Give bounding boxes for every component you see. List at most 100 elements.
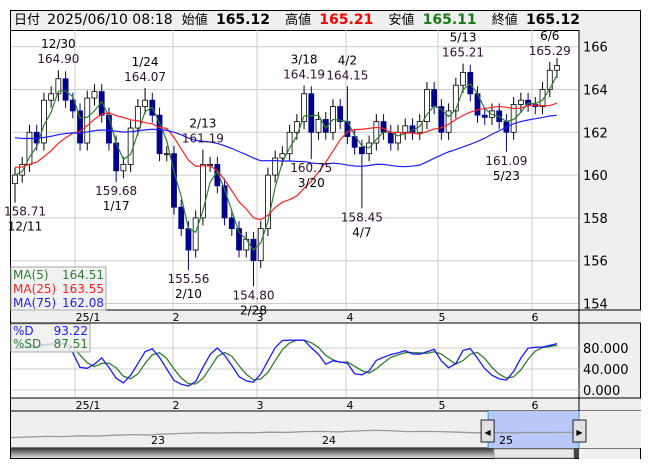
annotation-date: 4/2 <box>338 53 357 67</box>
candle-up <box>452 84 459 112</box>
annotation-value: 164.15 <box>326 68 368 82</box>
candle-down <box>228 217 235 229</box>
candle-up <box>134 106 141 129</box>
legend-name: MA(75) <box>13 296 56 310</box>
candle-up <box>402 125 409 133</box>
candle-up <box>120 163 127 172</box>
annotation-value: 161.19 <box>182 132 224 146</box>
date-strip-bg <box>11 310 641 323</box>
annotation-date: 1/24 <box>132 55 159 69</box>
x-tick-label: 6 <box>532 311 539 324</box>
candle-down <box>62 78 69 101</box>
annotation-date: 2/28 <box>240 303 267 317</box>
annotation-value: 154.80 <box>232 288 274 302</box>
x-tick-label: 25/1 <box>76 311 101 324</box>
legend-name: MA(25) <box>13 282 56 296</box>
candle-up <box>163 153 170 156</box>
x-tick-label: 2 <box>173 311 180 324</box>
annotation-value: 165.29 <box>529 44 571 58</box>
candle-up <box>460 71 466 86</box>
legend-value: 93.22 <box>54 324 88 338</box>
candle-up <box>142 99 148 108</box>
candle-up <box>192 217 199 251</box>
navigator-year-label: 25 <box>499 434 513 447</box>
navigator-right-arrow-icon: ▶ <box>576 428 583 437</box>
y-tick-label: 160 <box>583 169 608 184</box>
candle-down <box>185 228 192 251</box>
candle-down <box>481 114 488 118</box>
stoch-tick-label: 0.000 <box>583 384 620 399</box>
annotation-date: 3/20 <box>298 176 325 190</box>
y-tick-label: 158 <box>583 212 608 227</box>
candle-down <box>106 114 112 144</box>
candle-down <box>178 206 185 229</box>
x-tick-label: 25/1 <box>76 399 101 412</box>
candle-down <box>308 93 315 133</box>
candle-up <box>48 93 55 101</box>
candle-up <box>127 127 134 165</box>
stoch-tick-label: 80.000 <box>583 342 629 357</box>
legend-value: 164.51 <box>62 268 104 282</box>
x-tick-label: 5 <box>439 311 446 324</box>
annotation-value: 158.71 <box>4 205 46 219</box>
annotation-date: 12/30 <box>41 37 76 51</box>
legend-value: 163.55 <box>62 282 104 296</box>
legend-value: 162.08 <box>62 296 104 310</box>
candle-up <box>12 174 18 185</box>
navigator-right-bg <box>579 411 641 448</box>
navigator-year-label: 24 <box>322 434 336 447</box>
date-strip-bg <box>11 398 641 411</box>
annotation-value: 164.19 <box>283 67 325 81</box>
y-tick-label: 166 <box>583 41 608 56</box>
annotation-date: 5/13 <box>450 31 477 45</box>
candle-up <box>279 153 286 159</box>
candle-up <box>315 119 322 133</box>
legend-name: %SD <box>13 337 41 351</box>
ma75-line <box>14 114 558 168</box>
candle-down <box>431 89 438 108</box>
x-tick-label: 2 <box>173 399 180 412</box>
annotation-value: 155.56 <box>167 272 209 286</box>
candle-up <box>91 91 98 99</box>
annotation-date: 12/11 <box>8 220 43 234</box>
annotation-date: 4/7 <box>352 225 371 239</box>
annotation-value: 161.09 <box>485 154 527 168</box>
annotation-value: 158.45 <box>341 210 383 224</box>
candle-down <box>337 106 344 123</box>
annotation-value: 164.07 <box>124 70 166 84</box>
scrollbar-end <box>574 448 579 458</box>
legend-value: 87.51 <box>54 337 88 351</box>
annotation-date: 6/6 <box>540 29 559 43</box>
y-tick-label: 164 <box>583 84 608 99</box>
annotation-value: 160.75 <box>290 161 332 175</box>
annotation-value: 165.21 <box>442 46 484 60</box>
candle-down <box>358 146 365 155</box>
annotation-value: 164.90 <box>37 52 79 66</box>
candle-down <box>77 110 83 144</box>
x-tick-label: 3 <box>257 399 264 412</box>
navigator-year-label: 23 <box>151 434 165 447</box>
candle-up <box>517 99 524 105</box>
candle-down <box>387 131 394 144</box>
annotation-date: 1/17 <box>103 199 130 213</box>
candle-up <box>554 65 560 71</box>
x-tick-label: 4 <box>347 311 354 324</box>
annotation-value: 159.68 <box>95 184 137 198</box>
annotation-date: 2/13 <box>189 117 216 131</box>
candle-down <box>156 114 163 155</box>
candle-up <box>395 131 401 144</box>
price-chart[interactable]: 16616416216015815615425/125/122334455661… <box>0 0 653 470</box>
candle-up <box>84 97 91 144</box>
stoch-tick-label: 40.000 <box>583 363 629 378</box>
navigator-left-arrow-icon: ◀ <box>485 428 492 437</box>
candle-down <box>380 121 387 133</box>
scrollbar-thumb[interactable] <box>493 448 575 459</box>
x-tick-label: 4 <box>347 399 354 412</box>
y-tick-label: 162 <box>583 126 608 141</box>
y-tick-label: 156 <box>583 255 608 270</box>
annotation-date: 2/10 <box>175 287 202 301</box>
legend-name: %D <box>13 324 34 338</box>
annotation-date: 5/23 <box>493 169 520 183</box>
x-tick-label: 5 <box>439 399 446 412</box>
legend-name: MA(5) <box>13 268 49 282</box>
